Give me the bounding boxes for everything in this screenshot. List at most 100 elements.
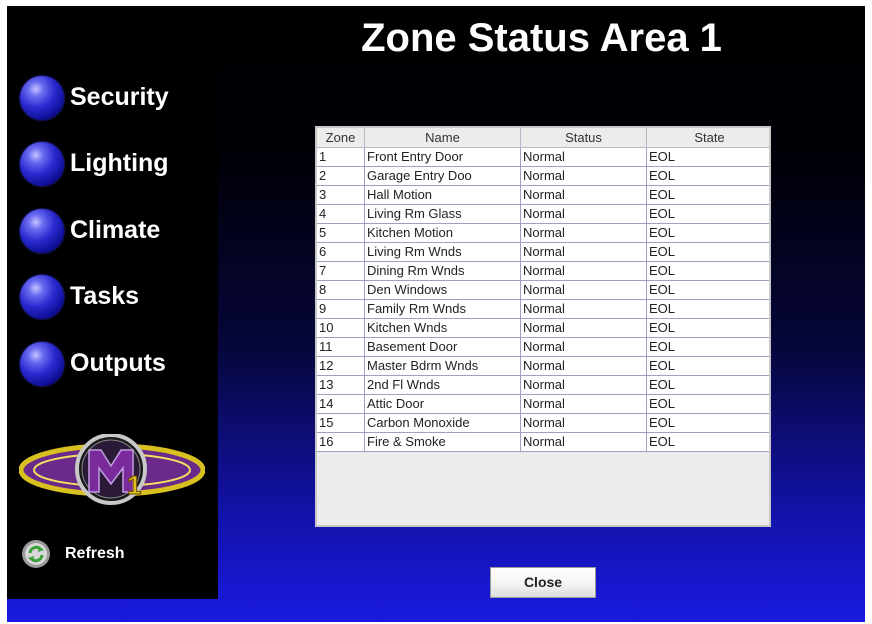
zone-name-cell: 2nd Fl Wnds xyxy=(364,375,521,395)
zone-status-cell: Normal xyxy=(520,223,647,243)
zone-number-cell: 9 xyxy=(317,299,365,319)
zone-state-cell: EOL xyxy=(646,147,769,167)
app-window: Security Lighting Climate Tasks Outputs … xyxy=(7,6,865,622)
zone-name-cell: Kitchen Motion xyxy=(364,223,521,243)
zone-name-cell: Hall Motion xyxy=(364,185,521,205)
table-row[interactable]: 9 Family Rm Wnds Normal EOL xyxy=(317,299,769,319)
zone-name-cell: Den Windows xyxy=(364,280,521,300)
zone-number-cell: 13 xyxy=(317,375,365,395)
zone-number-cell: 4 xyxy=(317,204,365,224)
nav-climate-button[interactable]: Climate xyxy=(20,209,210,255)
zone-table-panel[interactable]: Zone Name Status State 1 Front Entry Door… xyxy=(315,126,771,527)
nav-security-label: Security xyxy=(70,83,169,111)
zone-status-cell: Normal xyxy=(520,318,647,338)
zone-state-cell: EOL xyxy=(646,242,769,262)
zone-status-table[interactable]: Zone Name Status State 1 Front Entry Door… xyxy=(317,128,769,452)
zone-state-cell: EOL xyxy=(646,318,769,338)
table-row[interactable]: 6 Living Rm Wnds Normal EOL xyxy=(317,242,769,262)
column-header-status[interactable]: Status xyxy=(520,128,647,148)
table-row[interactable]: 2 Garage Entry Doo Normal EOL xyxy=(317,166,769,186)
zone-number-cell: 1 xyxy=(317,147,365,167)
nav-tasks-label: Tasks xyxy=(70,282,140,310)
sidebar: Security Lighting Climate Tasks Outputs … xyxy=(7,6,218,599)
zone-name-cell: Living Rm Glass xyxy=(364,204,521,224)
zone-name-cell: Garage Entry Doo xyxy=(364,166,521,186)
table-row[interactable]: 14 Attic Door Normal EOL xyxy=(317,394,769,414)
zone-state-cell: EOL xyxy=(646,223,769,243)
table-row[interactable]: 5 Kitchen Motion Normal EOL xyxy=(317,223,769,243)
zone-status-cell: Normal xyxy=(520,261,647,281)
nav-outputs-label: Outputs xyxy=(70,349,166,377)
table-row[interactable]: 11 Basement Door Normal EOL xyxy=(317,337,769,357)
refresh-label: Refresh xyxy=(65,545,125,562)
zone-state-cell: EOL xyxy=(646,185,769,205)
zone-status-cell: Normal xyxy=(520,375,647,395)
column-header-zone[interactable]: Zone xyxy=(317,128,365,148)
column-header-name[interactable]: Name xyxy=(364,128,521,148)
m1-logo: 1 xyxy=(19,434,205,505)
blue-orb-icon xyxy=(20,142,64,186)
zone-state-cell: EOL xyxy=(646,166,769,186)
zone-name-cell: Kitchen Wnds xyxy=(364,318,521,338)
column-header-state[interactable]: State xyxy=(646,128,769,148)
zone-number-cell: 7 xyxy=(317,261,365,281)
zone-number-cell: 2 xyxy=(317,166,365,186)
zone-status-cell: Normal xyxy=(520,166,647,186)
nav-lighting-button[interactable]: Lighting xyxy=(20,142,210,188)
zone-state-cell: EOL xyxy=(646,261,769,281)
zone-name-cell: Basement Door xyxy=(364,337,521,357)
zone-name-cell: Master Bdrm Wnds xyxy=(364,356,521,376)
zone-state-cell: EOL xyxy=(646,413,769,433)
zone-name-cell: Family Rm Wnds xyxy=(364,299,521,319)
table-row[interactable]: 10 Kitchen Wnds Normal EOL xyxy=(317,318,769,338)
nav-tasks-button[interactable]: Tasks xyxy=(20,275,210,321)
table-row[interactable]: 3 Hall Motion Normal EOL xyxy=(317,185,769,205)
zone-name-cell: Living Rm Wnds xyxy=(364,242,521,262)
zone-number-cell: 5 xyxy=(317,223,365,243)
zone-state-cell: EOL xyxy=(646,375,769,395)
blue-orb-icon xyxy=(20,209,64,253)
table-row[interactable]: 4 Living Rm Glass Normal EOL xyxy=(317,204,769,224)
table-row[interactable]: 12 Master Bdrm Wnds Normal EOL xyxy=(317,356,769,376)
zone-number-cell: 14 xyxy=(317,394,365,414)
table-row[interactable]: 13 2nd Fl Wnds Normal EOL xyxy=(317,375,769,395)
nav-security-button[interactable]: Security xyxy=(20,76,210,122)
zone-name-cell: Fire & Smoke xyxy=(364,432,521,452)
zone-number-cell: 3 xyxy=(317,185,365,205)
table-row[interactable]: 16 Fire & Smoke Normal EOL xyxy=(317,432,769,452)
zone-state-cell: EOL xyxy=(646,204,769,224)
zone-status-cell: Normal xyxy=(520,356,647,376)
zone-name-cell: Dining Rm Wnds xyxy=(364,261,521,281)
zone-status-cell: Normal xyxy=(520,185,647,205)
table-row[interactable]: 15 Carbon Monoxide Normal EOL xyxy=(317,413,769,433)
table-row[interactable]: 8 Den Windows Normal EOL xyxy=(317,280,769,300)
nav-climate-label: Climate xyxy=(70,216,161,244)
zone-status-cell: Normal xyxy=(520,337,647,357)
nav-lighting-label: Lighting xyxy=(70,149,169,177)
table-row[interactable]: 7 Dining Rm Wnds Normal EOL xyxy=(317,261,769,281)
zone-status-cell: Normal xyxy=(520,242,647,262)
refresh-button[interactable]: Refresh xyxy=(21,539,161,569)
zone-status-cell: Normal xyxy=(520,413,647,433)
zone-state-cell: EOL xyxy=(646,299,769,319)
zone-number-cell: 8 xyxy=(317,280,365,300)
zone-status-cell: Normal xyxy=(520,432,647,452)
zone-state-cell: EOL xyxy=(646,280,769,300)
blue-orb-icon xyxy=(20,76,64,120)
zone-status-cell: Normal xyxy=(520,280,647,300)
zone-number-cell: 15 xyxy=(317,413,365,433)
zone-status-cell: Normal xyxy=(520,147,647,167)
table-row[interactable]: 1 Front Entry Door Normal EOL xyxy=(317,147,769,167)
close-button[interactable]: Close xyxy=(490,567,596,598)
zone-name-cell: Carbon Monoxide xyxy=(364,413,521,433)
zone-state-cell: EOL xyxy=(646,394,769,414)
blue-orb-icon xyxy=(20,342,64,386)
nav-outputs-button[interactable]: Outputs xyxy=(20,342,210,388)
zone-state-cell: EOL xyxy=(646,356,769,376)
zone-number-cell: 6 xyxy=(317,242,365,262)
zone-number-cell: 10 xyxy=(317,318,365,338)
zone-status-cell: Normal xyxy=(520,394,647,414)
zone-number-cell: 12 xyxy=(317,356,365,376)
svg-text:1: 1 xyxy=(127,470,141,500)
zone-state-cell: EOL xyxy=(646,432,769,452)
